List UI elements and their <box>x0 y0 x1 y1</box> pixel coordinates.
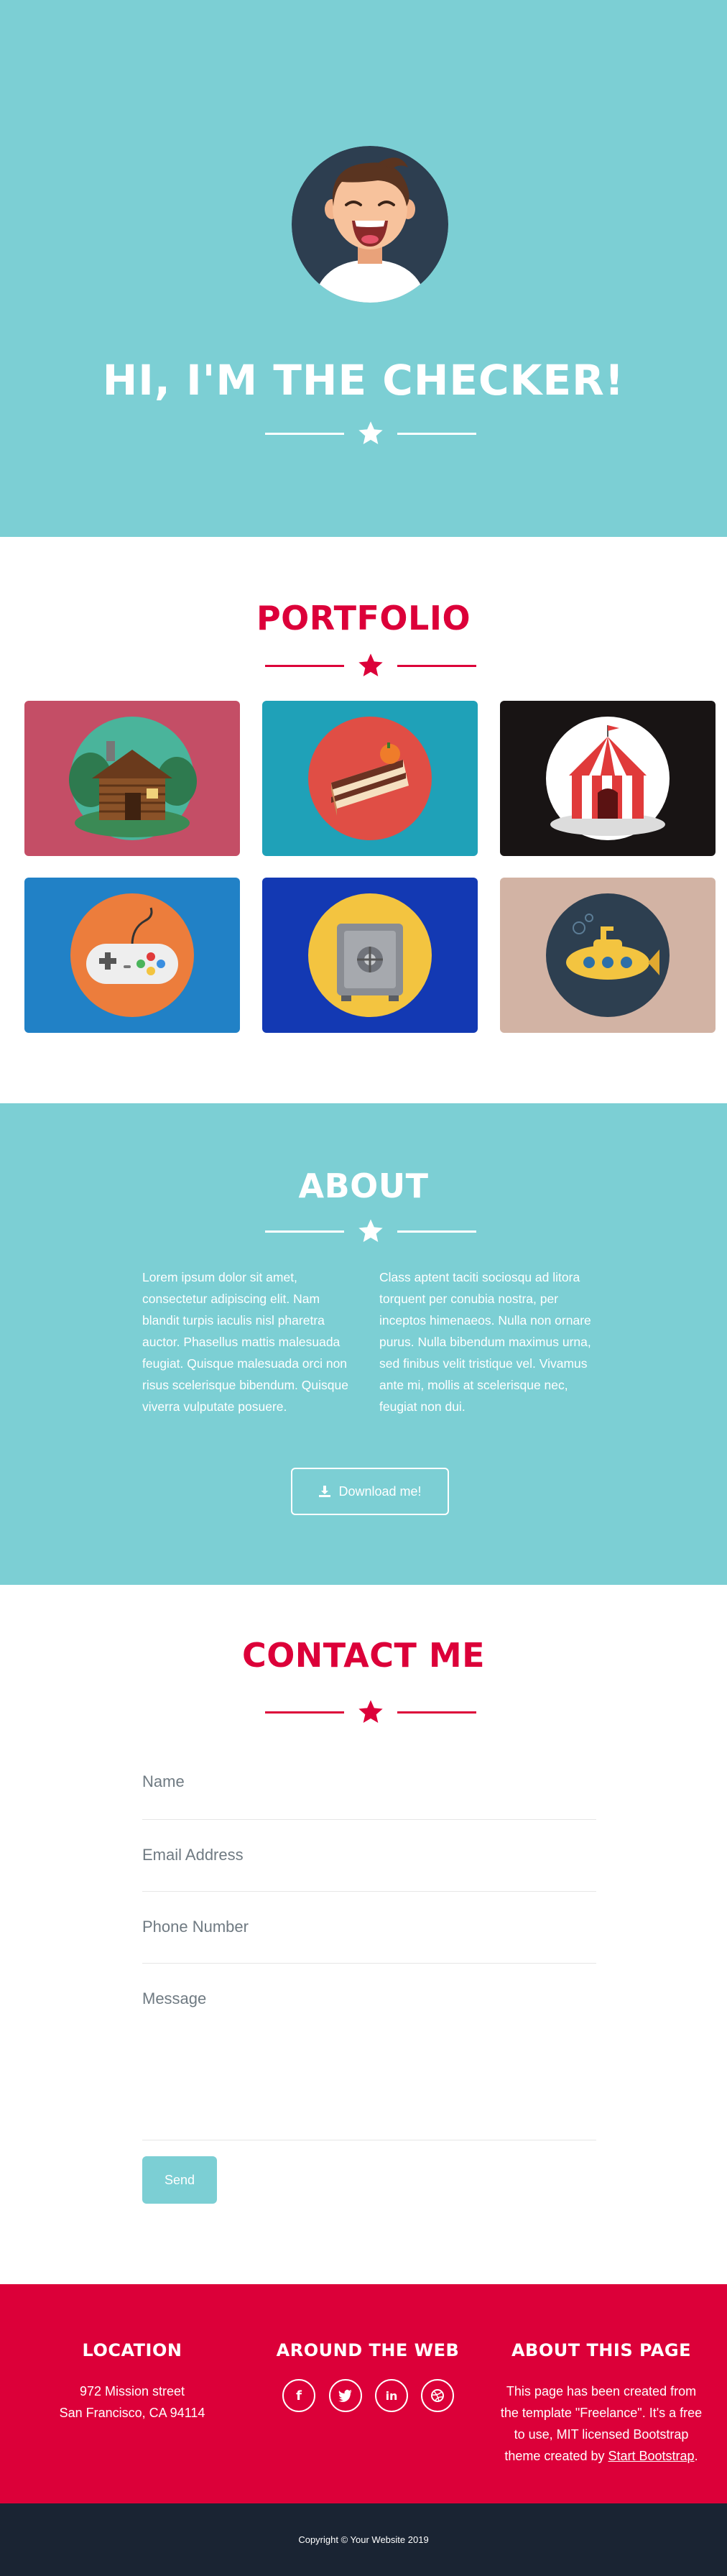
footer-about-line3: to use, MIT licensed Bootstrap <box>514 2427 689 2442</box>
about-text-left: Lorem ipsum dolor sit amet, consectetur … <box>142 1270 348 1414</box>
masthead: HI, I'M THE CHECKER! <box>0 0 727 537</box>
section-divider <box>263 1215 478 1247</box>
star-icon <box>358 1219 383 1242</box>
about-title: ABOUT <box>298 1167 429 1205</box>
linkedin-link[interactable]: in <box>375 2379 408 2412</box>
footer-address: 972 Mission street San Francisco, CA 941… <box>26 2380 239 2424</box>
page-title: HI, I'M THE CHECKER! <box>102 356 625 405</box>
footer-about-line2: the template "Freelance". It's a free <box>500 2406 703 2420</box>
download-button[interactable]: Download me! <box>291 1468 449 1515</box>
section-divider <box>263 1696 478 1728</box>
star-icon <box>358 421 383 444</box>
dribbble-link[interactable] <box>421 2379 454 2412</box>
facebook-link[interactable]: f <box>282 2379 315 2412</box>
portfolio-item-submarine[interactable] <box>500 878 716 1033</box>
portfolio-item-cabin[interactable] <box>24 701 240 856</box>
footer-location-title: LOCATION <box>82 2340 182 2360</box>
avatar <box>292 146 448 303</box>
section-divider <box>263 650 478 681</box>
name-field[interactable]: Name <box>142 1747 596 1820</box>
message-field[interactable]: Message <box>142 1964 596 2140</box>
start-bootstrap-link[interactable]: Start Bootstrap <box>608 2449 695 2463</box>
copyright-text: Copyright © Your Website 2019 <box>298 2534 429 2545</box>
safe-icon <box>308 893 432 1017</box>
portfolio-item-game[interactable] <box>24 878 240 1033</box>
cake-slice-icon <box>308 717 432 840</box>
dribbble-icon <box>431 2389 444 2402</box>
facebook-icon: f <box>296 2388 302 2404</box>
send-button[interactable]: Send <box>142 2156 217 2204</box>
section-divider <box>263 418 478 449</box>
twitter-link[interactable] <box>329 2379 362 2412</box>
footer-web-title: AROUND THE WEB <box>276 2340 460 2360</box>
footer-about-line1: This page has been created from <box>506 2384 697 2398</box>
log-cabin-icon <box>69 717 197 840</box>
star-icon <box>358 1700 383 1723</box>
star-icon <box>358 653 383 676</box>
submarine-icon <box>546 893 670 1017</box>
footer-address-line2: San Francisco, CA 94114 <box>59 2406 205 2420</box>
game-controller-icon <box>70 893 194 1017</box>
portfolio-item-circus[interactable] <box>500 701 716 856</box>
portfolio-item-cake[interactable] <box>262 701 478 856</box>
email-field-placeholder: Email Address <box>142 1846 244 1864</box>
footer-about-text: This page has been created from the temp… <box>497 2380 705 2467</box>
phone-field[interactable]: Phone Number <box>142 1892 596 1964</box>
footer: LOCATION 972 Mission street San Francisc… <box>0 2284 727 2503</box>
copyright-bar: Copyright © Your Website 2019 <box>0 2503 727 2576</box>
footer-about-line4-prefix: theme created by <box>504 2449 608 2463</box>
linkedin-icon: in <box>385 2388 398 2403</box>
footer-address-line1: 972 Mission street <box>79 2384 185 2398</box>
download-icon <box>319 1486 331 1497</box>
circus-tent-icon <box>546 717 670 840</box>
about-section: ABOUT Lorem ipsum dolor sit amet, consec… <box>0 1103 727 1585</box>
footer-about-line4: theme created by Start Bootstrap. <box>497 2445 705 2467</box>
contact-title: CONTACT ME <box>241 1636 486 1675</box>
portfolio-title: PORTFOLIO <box>256 599 471 638</box>
name-field-placeholder: Name <box>142 1772 185 1790</box>
twitter-icon <box>338 2389 352 2402</box>
portfolio-item-safe[interactable] <box>262 878 478 1033</box>
message-field-placeholder: Message <box>142 1990 207 2007</box>
download-button-label: Download me! <box>338 1484 422 1499</box>
email-field[interactable]: Email Address <box>142 1820 596 1892</box>
footer-about-line4-suffix: . <box>694 2449 698 2463</box>
footer-about-title: ABOUT THIS PAGE <box>511 2340 692 2360</box>
phone-field-placeholder: Phone Number <box>142 1918 249 1936</box>
about-text-right: Class aptent taciti sociosqu ad litora t… <box>379 1270 591 1414</box>
